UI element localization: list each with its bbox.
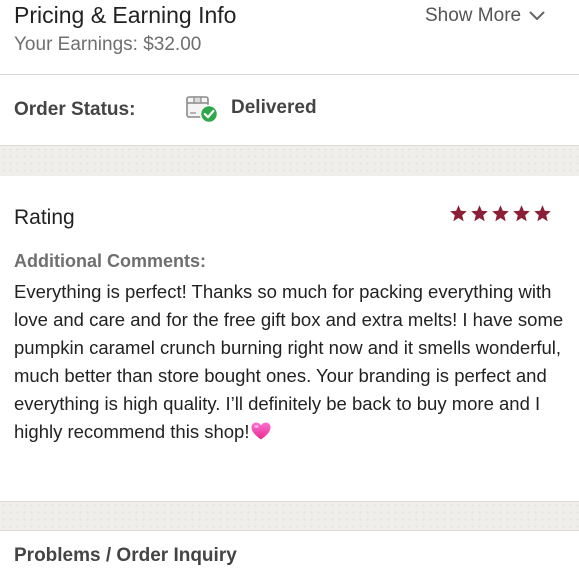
order-status-section: Order Status: Delivered [0,75,579,145]
star-icon [470,204,489,223]
pricing-section: Pricing & Earning Info Your Earnings: $3… [0,0,579,74]
additional-comments-label: Additional Comments: [14,251,206,271]
problems-order-inquiry-title: Problems / Order Inquiry [14,545,237,566]
order-status-value: Delivered [231,97,317,118]
star-icon [491,204,510,223]
additional-comments-text: Everything is perfect! Thanks so much fo… [14,278,570,449]
chevron-down-icon [529,11,545,21]
comments-text: Everything is perfect! Thanks so much fo… [14,281,564,442]
rating-title: Rating [14,206,75,229]
star-rating [449,204,552,223]
rating-section: Rating Additional Comments: Everything i… [0,176,579,501]
show-more-label: Show More [425,5,522,26]
pricing-title: Pricing & Earning Info [14,2,237,28]
pink-heart-icon [250,421,272,449]
section-separator [0,145,579,177]
earnings-text: Your Earnings: $32.00 [14,34,202,55]
star-icon [512,204,531,223]
package-delivered-icon [185,92,219,124]
order-status-label: Order Status: [14,99,136,120]
section-separator [0,501,579,531]
star-icon [533,204,552,223]
problems-section[interactable]: Problems / Order Inquiry [0,531,579,580]
star-icon [449,204,468,223]
show-more-button[interactable]: Show More [425,4,545,28]
